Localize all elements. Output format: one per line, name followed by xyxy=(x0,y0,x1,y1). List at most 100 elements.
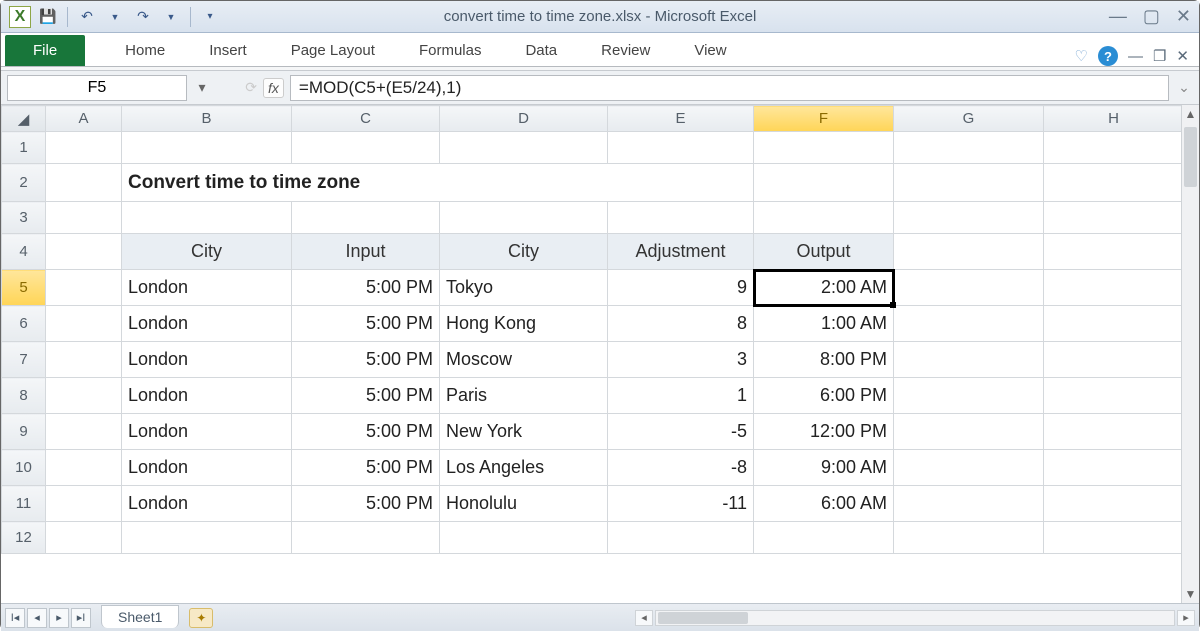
qat-customize[interactable]: ▾ xyxy=(199,6,221,28)
wb-restore-icon[interactable]: ❐ xyxy=(1153,47,1166,65)
cell-B6[interactable]: London xyxy=(122,306,292,342)
row-header-1[interactable]: 1 xyxy=(2,132,46,164)
tab-insert[interactable]: Insert xyxy=(187,35,269,66)
maximize-button[interactable]: ▢ xyxy=(1143,6,1160,27)
hdr-city1[interactable]: City xyxy=(122,234,292,270)
fx-icon[interactable]: fx xyxy=(263,78,284,98)
cell-D6[interactable]: Hong Kong xyxy=(440,306,608,342)
row-header-10[interactable]: 10 xyxy=(2,450,46,486)
cell-D7[interactable]: Moscow xyxy=(440,342,608,378)
name-box[interactable]: F5 xyxy=(7,75,187,101)
redo-button[interactable]: ↷ xyxy=(132,6,154,28)
cell-F9[interactable]: 12:00 PM xyxy=(754,414,894,450)
cell-F8[interactable]: 6:00 PM xyxy=(754,378,894,414)
col-header-E[interactable]: E xyxy=(608,106,754,132)
spreadsheet-grid[interactable]: ◢ A B C D E F G H 1 2 Convert time to ti… xyxy=(1,105,1181,554)
name-box-dropdown[interactable]: ▾ xyxy=(193,79,211,96)
row-header-2[interactable]: 2 xyxy=(2,164,46,202)
row-header-6[interactable]: 6 xyxy=(2,306,46,342)
cell-C8[interactable]: 5:00 PM xyxy=(292,378,440,414)
cell-B10[interactable]: London xyxy=(122,450,292,486)
col-header-A[interactable]: A xyxy=(46,106,122,132)
scroll-thumb[interactable] xyxy=(1184,127,1197,187)
col-header-C[interactable]: C xyxy=(292,106,440,132)
sheet-tab[interactable]: Sheet1 xyxy=(101,605,179,628)
hdr-city2[interactable]: City xyxy=(440,234,608,270)
cell-E9[interactable]: -5 xyxy=(608,414,754,450)
row-header-7[interactable]: 7 xyxy=(2,342,46,378)
cell-E10[interactable]: -8 xyxy=(608,450,754,486)
col-header-D[interactable]: D xyxy=(440,106,608,132)
cell-F11[interactable]: 6:00 AM xyxy=(754,486,894,522)
cell-B11[interactable]: London xyxy=(122,486,292,522)
scroll-up-icon[interactable]: ▲ xyxy=(1182,107,1199,121)
formula-input[interactable]: =MOD(C5+(E5/24),1) xyxy=(290,75,1169,101)
hdr-output[interactable]: Output xyxy=(754,234,894,270)
cell-E7[interactable]: 3 xyxy=(608,342,754,378)
cell-C11[interactable]: 5:00 PM xyxy=(292,486,440,522)
tab-data[interactable]: Data xyxy=(503,35,579,66)
col-header-F[interactable]: F xyxy=(754,106,894,132)
tab-review[interactable]: Review xyxy=(579,35,672,66)
new-sheet-button[interactable]: ✦ xyxy=(189,608,213,628)
formula-expand[interactable]: ⌄ xyxy=(1175,79,1193,96)
row-header-8[interactable]: 8 xyxy=(2,378,46,414)
hdr-adjustment[interactable]: Adjustment xyxy=(608,234,754,270)
row-header-5[interactable]: 5 xyxy=(2,270,46,306)
title-cell[interactable]: Convert time to time zone xyxy=(122,164,754,202)
hscroll-thumb[interactable] xyxy=(658,612,748,624)
tab-formulas[interactable]: Formulas xyxy=(397,35,504,66)
sheet-nav-first[interactable]: I◂ xyxy=(5,608,25,628)
cell-B5[interactable]: London xyxy=(122,270,292,306)
scroll-left-icon[interactable]: ◂ xyxy=(635,610,653,626)
close-button[interactable]: ✕ xyxy=(1176,6,1191,27)
undo-dropdown[interactable]: ▼ xyxy=(104,6,126,28)
scroll-down-icon[interactable]: ▼ xyxy=(1182,587,1199,601)
select-all-corner[interactable]: ◢ xyxy=(2,106,46,132)
cell-B9[interactable]: London xyxy=(122,414,292,450)
col-header-H[interactable]: H xyxy=(1044,106,1182,132)
redo-dropdown[interactable]: ▼ xyxy=(160,6,182,28)
wb-close-icon[interactable]: ✕ xyxy=(1176,47,1189,65)
tab-view[interactable]: View xyxy=(672,35,748,66)
cell-E5[interactable]: 9 xyxy=(608,270,754,306)
sheet-nav-last[interactable]: ▸I xyxy=(71,608,91,628)
save-button[interactable]: 💾 xyxy=(37,6,59,28)
hdr-input[interactable]: Input xyxy=(292,234,440,270)
help-icon[interactable]: ? xyxy=(1098,46,1118,66)
vertical-scrollbar[interactable]: ▲ ▼ xyxy=(1181,105,1199,603)
cell-D5[interactable]: Tokyo xyxy=(440,270,608,306)
row-header-12[interactable]: 12 xyxy=(2,522,46,554)
sheet-nav-next[interactable]: ▸ xyxy=(49,608,69,628)
row-header-11[interactable]: 11 xyxy=(2,486,46,522)
cell-C5[interactable]: 5:00 PM xyxy=(292,270,440,306)
cell-E11[interactable]: -11 xyxy=(608,486,754,522)
minimize-button[interactable]: — xyxy=(1109,6,1127,27)
sheet-nav-prev[interactable]: ◂ xyxy=(27,608,47,628)
horizontal-scrollbar[interactable]: ◂ ▸ xyxy=(635,610,1195,626)
cancel-formula-icon[interactable]: ⟳ xyxy=(245,79,257,96)
cell-F7[interactable]: 8:00 PM xyxy=(754,342,894,378)
cell-C10[interactable]: 5:00 PM xyxy=(292,450,440,486)
cell-C6[interactable]: 5:00 PM xyxy=(292,306,440,342)
row-header-4[interactable]: 4 xyxy=(2,234,46,270)
col-header-B[interactable]: B xyxy=(122,106,292,132)
file-tab[interactable]: File xyxy=(5,35,85,66)
cell-D10[interactable]: Los Angeles xyxy=(440,450,608,486)
ribbon-minimize-icon[interactable]: ♡ xyxy=(1075,47,1088,65)
wb-minimize-icon[interactable]: — xyxy=(1128,48,1143,65)
row-header-9[interactable]: 9 xyxy=(2,414,46,450)
row-header-3[interactable]: 3 xyxy=(2,202,46,234)
scroll-right-icon[interactable]: ▸ xyxy=(1177,610,1195,626)
cell-D9[interactable]: New York xyxy=(440,414,608,450)
cell-D11[interactable]: Honolulu xyxy=(440,486,608,522)
cell-C7[interactable]: 5:00 PM xyxy=(292,342,440,378)
cell-E8[interactable]: 1 xyxy=(608,378,754,414)
cell-F10[interactable]: 9:00 AM xyxy=(754,450,894,486)
tab-home[interactable]: Home xyxy=(103,35,187,66)
cell-B8[interactable]: London xyxy=(122,378,292,414)
undo-button[interactable]: ↶ xyxy=(76,6,98,28)
cell-C9[interactable]: 5:00 PM xyxy=(292,414,440,450)
cell-E6[interactable]: 8 xyxy=(608,306,754,342)
cell-B7[interactable]: London xyxy=(122,342,292,378)
